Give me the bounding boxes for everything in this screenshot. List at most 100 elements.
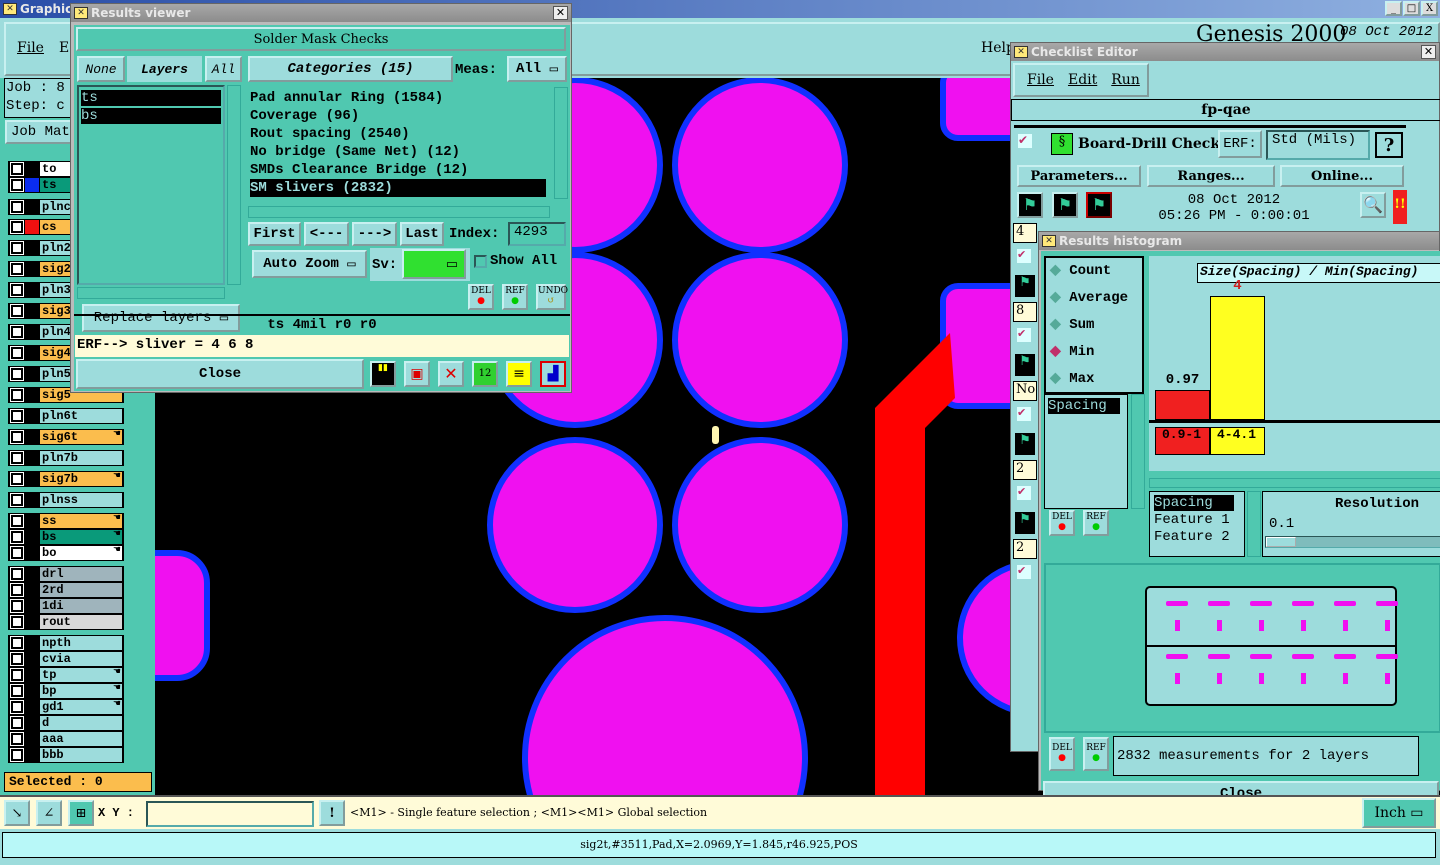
del-button[interactable]: DEL ●: [1049, 737, 1075, 771]
check-enabled-checkbox[interactable]: ✔: [1017, 565, 1031, 579]
help-button[interactable]: ?: [1375, 132, 1403, 158]
mode-radio-average[interactable]: ◆ Average: [1046, 289, 1142, 316]
category-item[interactable]: Pad annular Ring (1584): [250, 89, 546, 107]
layer-row-npth[interactable]: npth: [8, 635, 124, 651]
layer-row-aaa[interactable]: aaa: [8, 731, 124, 747]
layer-checkbox[interactable]: [10, 615, 24, 629]
check-enabled-checkbox[interactable]: ✔: [1017, 328, 1031, 342]
mode-radio-max[interactable]: ◆ Max: [1046, 370, 1142, 397]
layer-row-sig7b[interactable]: sig7b ☚: [8, 471, 124, 487]
measure-list[interactable]: Spacing: [1044, 394, 1128, 509]
next-button[interactable]: --->: [352, 222, 397, 246]
chart-hscrollbar[interactable]: [1149, 478, 1440, 488]
layer-row-pln6t[interactable]: pln6t: [8, 408, 124, 424]
layer-row-pln7b[interactable]: pln7b: [8, 450, 124, 466]
resolution-slider[interactable]: [1265, 536, 1440, 548]
layer-checkbox[interactable]: [10, 567, 24, 581]
del-button[interactable]: DEL ●: [468, 284, 494, 310]
check-enabled-checkbox[interactable]: ✔: [1018, 134, 1032, 148]
layer-checkbox[interactable]: [10, 304, 24, 318]
measure-scrollbar[interactable]: [1131, 394, 1145, 509]
prev-button[interactable]: <---: [304, 222, 349, 246]
menu-file[interactable]: File: [1027, 72, 1054, 95]
layer-checkbox[interactable]: [10, 325, 24, 339]
layer-row-gd1[interactable]: gd1 ☚: [8, 699, 124, 715]
layer-checkbox[interactable]: [10, 409, 24, 423]
run-icon[interactable]: ⚑: [1015, 354, 1035, 376]
layer-name[interactable]: gd1: [40, 700, 122, 714]
close-window-button[interactable]: X: [1421, 1, 1438, 16]
category-hscrollbar[interactable]: [248, 206, 550, 218]
layer-name[interactable]: 1di: [40, 599, 122, 613]
run-stop-icon[interactable]: ⚑: [1086, 192, 1112, 218]
layer-row-bbb[interactable]: bbb: [8, 747, 124, 763]
category-item[interactable]: SMDs Clearance Bridge (12): [250, 161, 546, 179]
list-item[interactable]: Feature 1: [1154, 512, 1244, 528]
histogram-bar[interactable]: [1155, 390, 1210, 420]
layer-row-tp[interactable]: tp ☚: [8, 667, 124, 683]
grid-icon[interactable]: ⊞: [68, 800, 94, 826]
check-enabled-checkbox[interactable]: ✔: [1017, 486, 1031, 500]
layer-checkbox[interactable]: [10, 283, 24, 297]
layer-row-drl[interactable]: drl: [8, 566, 124, 582]
layer-row-rout[interactable]: rout: [8, 614, 124, 630]
ref-button[interactable]: REF ●: [502, 284, 528, 310]
layer-row-2rd[interactable]: 2rd: [8, 582, 124, 598]
category-item[interactable]: No bridge (Same Net) (12): [250, 143, 546, 161]
show-all-checkbox[interactable]: [474, 255, 487, 268]
check-enabled-checkbox[interactable]: ✔: [1017, 407, 1031, 421]
layer-checkbox[interactable]: [10, 530, 24, 544]
layer-checkbox[interactable]: [10, 636, 24, 650]
layer-checkbox[interactable]: [10, 220, 24, 234]
erf-button[interactable]: ERF:: [1218, 130, 1262, 158]
all-button[interactable]: All: [205, 56, 242, 82]
erf-field[interactable]: Std (Mils): [1266, 130, 1370, 160]
minimize-button[interactable]: _: [1385, 1, 1402, 16]
alert-icon[interactable]: !: [319, 800, 345, 826]
layer-checkbox[interactable]: [10, 262, 24, 276]
layer-name[interactable]: pln7b: [40, 451, 122, 465]
meas-dropdown[interactable]: All ▭: [507, 56, 567, 82]
close-icon[interactable]: ✕: [1421, 45, 1436, 59]
run-icon[interactable]: ⚑: [1015, 433, 1035, 455]
zoom-icon[interactable]: 🔍: [1360, 192, 1386, 218]
layer-name[interactable]: aaa: [40, 732, 122, 746]
layer-checkbox[interactable]: [10, 178, 24, 192]
layer-checkbox[interactable]: [10, 451, 24, 465]
layer-name[interactable]: ss: [40, 514, 122, 528]
index-input[interactable]: 4293: [508, 222, 566, 246]
layer-name[interactable]: tp: [40, 668, 122, 682]
sv-color-dropdown[interactable]: ▭: [402, 249, 466, 279]
layer-name[interactable]: bp: [40, 684, 122, 698]
run-icon[interactable]: ⚑: [1015, 512, 1035, 534]
category-item[interactable]: Coverage (96): [250, 107, 546, 125]
layer-checkbox[interactable]: [10, 200, 24, 214]
histogram-icon[interactable]: ▟: [540, 361, 566, 387]
layer-name[interactable]: npth: [40, 636, 122, 650]
parameters-button[interactable]: Parameters...: [1017, 165, 1141, 187]
report-icon[interactable]: ≡: [506, 361, 532, 387]
select-icon[interactable]: ↘: [4, 800, 30, 826]
mode-radio-sum[interactable]: ◆ Sum: [1046, 316, 1142, 343]
histogram-bar[interactable]: [1210, 296, 1265, 420]
flag-icon[interactable]: ▣: [404, 361, 430, 387]
list-item[interactable]: Feature 2: [1154, 529, 1244, 545]
run-selected-icon[interactable]: ⚑: [1052, 192, 1078, 218]
layer-checkbox[interactable]: [10, 162, 24, 176]
layer-checkbox[interactable]: [10, 430, 24, 444]
auto-zoom-dropdown[interactable]: Auto Zoom ▭: [252, 250, 367, 278]
layer-name[interactable]: plnss: [40, 493, 122, 507]
list-item[interactable]: Spacing: [1048, 398, 1120, 414]
category-list[interactable]: Pad annular Ring (1584) Coverage (96) Rout…: [248, 87, 548, 199]
last-button[interactable]: Last: [400, 222, 444, 246]
units-dropdown[interactable]: Inch ▭: [1362, 798, 1436, 828]
layer-name[interactable]: bs: [40, 530, 122, 544]
layer-row-plnss[interactable]: plnss: [8, 492, 124, 508]
undo-button[interactable]: UNDO ↺: [536, 284, 568, 310]
board-map[interactable]: [1044, 563, 1440, 733]
run-icon[interactable]: ⚑: [1017, 192, 1043, 218]
layer-checkbox[interactable]: [10, 748, 24, 762]
layer-checkbox[interactable]: [10, 388, 24, 402]
layer-checkbox[interactable]: [10, 716, 24, 730]
categories-button[interactable]: Categories (15): [248, 56, 453, 82]
